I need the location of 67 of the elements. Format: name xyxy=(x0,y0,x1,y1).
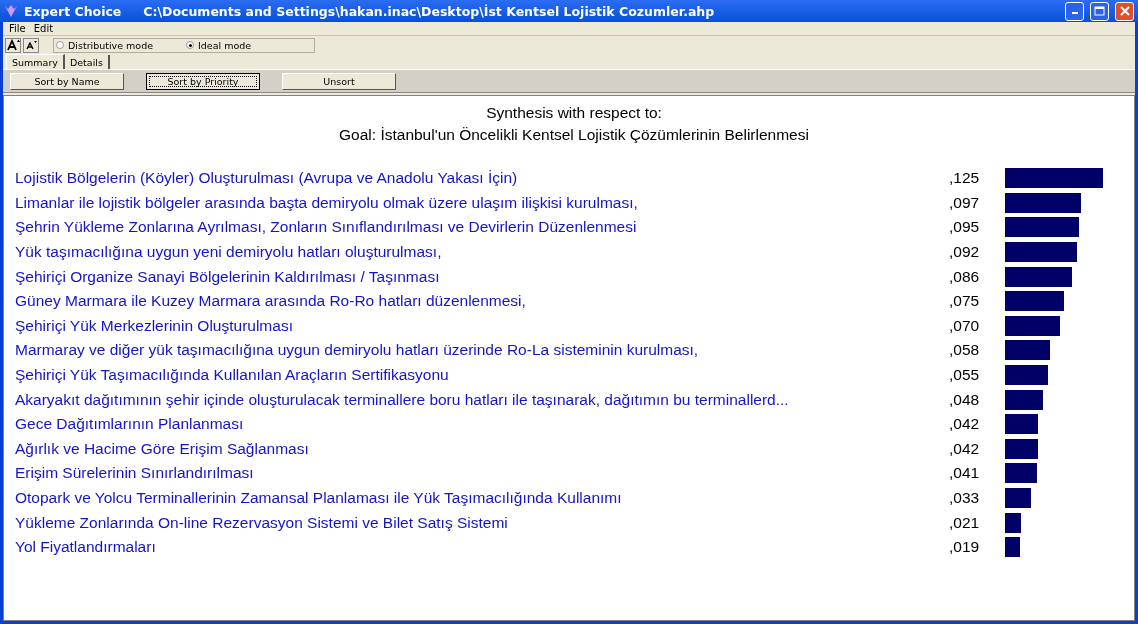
sort-button[interactable]: Unsort xyxy=(282,72,396,90)
menu-item[interactable]: File xyxy=(6,23,29,34)
alternative-name: Gece Dağıtımlarının Planlanması xyxy=(14,415,245,434)
priority-bar xyxy=(1005,488,1031,508)
priority-value: ,086 xyxy=(949,267,981,286)
priority-bar xyxy=(1005,242,1077,263)
maximize-button[interactable] xyxy=(1090,1,1109,21)
alternative-name: Yükleme Zonlarında On-line Rezervasyon Sistemi ve Bilet Satış Sistemi xyxy=(14,513,509,532)
priority-bar xyxy=(1005,365,1048,386)
priority-bar xyxy=(1005,512,1021,533)
alternative-name: Yük taşımacılığına uygun yeni demiryolu hatları oluşturulması, xyxy=(14,243,443,262)
mode-label[interactable]: Distributive mode xyxy=(68,39,154,51)
app-name: Expert Choice xyxy=(24,3,122,19)
font-increase-icon[interactable] xyxy=(5,37,21,53)
priority-value: ,033 xyxy=(949,489,981,507)
alternative-name: Limanlar ile lojistik bölgeler arasında başta demiryolu olmak üzere ulaşım ilişkisi kurulması, xyxy=(14,193,639,212)
priority-value: ,092 xyxy=(949,243,981,262)
priority-value: ,042 xyxy=(949,415,981,434)
alternative-name: Şehrin Yükleme Zonlarına Ayrılması, Zonların Sınıflandırılması ve Devirlerin Düzenlenmesi xyxy=(14,218,638,237)
priority-value: ,021 xyxy=(949,513,981,532)
priority-bar xyxy=(1005,463,1037,484)
minimize-button[interactable] xyxy=(1065,1,1084,21)
priority-bar xyxy=(1005,315,1060,336)
priority-bar xyxy=(1005,537,1020,558)
menu-item[interactable]: Edit xyxy=(30,23,57,34)
alternative-name: Akaryakıt dağıtımının şehir içinde oluşturulacak terminallere boru hatları ile taşınarak, dağıtımın bu terminallerd... xyxy=(14,390,790,409)
alternative-name: Lojistik Bölgelerin (Köyler) Oluşturulması (Avrupa ve Anadolu Yakası İçin) xyxy=(14,169,519,188)
alternative-name: Şehiriçi Yük Merkezlerinin Oluşturulması xyxy=(14,316,294,335)
font-decrease-icon[interactable] xyxy=(23,37,39,53)
alternative-name: Marmaray ve diğer yük taşımacılığına uygun demiryolu hatları üzerinde Ro-La sisteminin kurulması, xyxy=(14,341,700,360)
close-button[interactable] xyxy=(1115,1,1134,21)
priority-bar xyxy=(1005,389,1043,410)
sort-button[interactable]: Sort by Priority xyxy=(146,72,260,90)
tab[interactable]: Summary xyxy=(6,54,65,69)
priority-value: ,048 xyxy=(949,390,981,409)
alternative-name: Otopark ve Yolcu Terminallerinin Zamansal Planlaması ile Yük Taşımacılığında Kullanımı xyxy=(14,489,623,507)
priority-bar xyxy=(1005,438,1038,459)
alternative-name: Güney Marmara ile Kuzey Marmara arasında Ro-Ro hatları düzenlenmesi, xyxy=(14,292,527,311)
alternative-name: Şehiriçi Yük Taşımacılığında Kullanılan Araçların Sertifikasyonu xyxy=(14,366,450,385)
priority-value: ,095 xyxy=(949,218,981,237)
close-icon xyxy=(1119,6,1130,16)
priority-bar xyxy=(1005,291,1064,312)
priority-value: ,058 xyxy=(949,341,981,360)
priority-value: ,041 xyxy=(949,464,981,483)
alternative-name: Erişim Sürelerinin Sınırlandırılması xyxy=(14,464,255,483)
priority-value: ,055 xyxy=(949,366,981,385)
alternative-name: Şehiriçi Organize Sanayi Bölgelerinin Kaldırılması / Taşınması xyxy=(14,267,441,286)
priority-value: ,097 xyxy=(949,193,981,212)
priority-value: ,042 xyxy=(949,439,981,458)
synthesis-heading: Synthesis with respect to: xyxy=(485,103,663,123)
mode-label[interactable]: Ideal mode xyxy=(198,39,252,51)
priority-value: ,075 xyxy=(949,292,981,311)
priority-value: ,019 xyxy=(949,538,981,557)
radio-button[interactable] xyxy=(186,41,194,49)
goal-title: Goal: İstanbul'un Öncelikli Kentsel Lojistik Çözümlerinin Belirlenmesi xyxy=(338,125,810,145)
app-logo-icon xyxy=(4,4,18,18)
alternative-name: Yol Fiyatlandırmaları xyxy=(14,538,157,557)
priority-bar xyxy=(1005,340,1050,361)
priority-value: ,070 xyxy=(949,316,981,335)
priority-value: ,125 xyxy=(949,169,981,188)
sort-button[interactable]: Sort by Name xyxy=(10,72,124,90)
alternative-name: Ağırlık ve Hacime Göre Erişim Sağlanması xyxy=(14,439,310,458)
priority-bar xyxy=(1005,414,1038,435)
file-path: C:\Documents and Settings\hakan.inac\Desktop\İst Kentsel Lojistik Cozumler.ahp xyxy=(143,3,715,19)
maximize-icon xyxy=(1094,6,1105,16)
radio-button[interactable] xyxy=(56,41,64,49)
priority-bar xyxy=(1005,266,1072,287)
